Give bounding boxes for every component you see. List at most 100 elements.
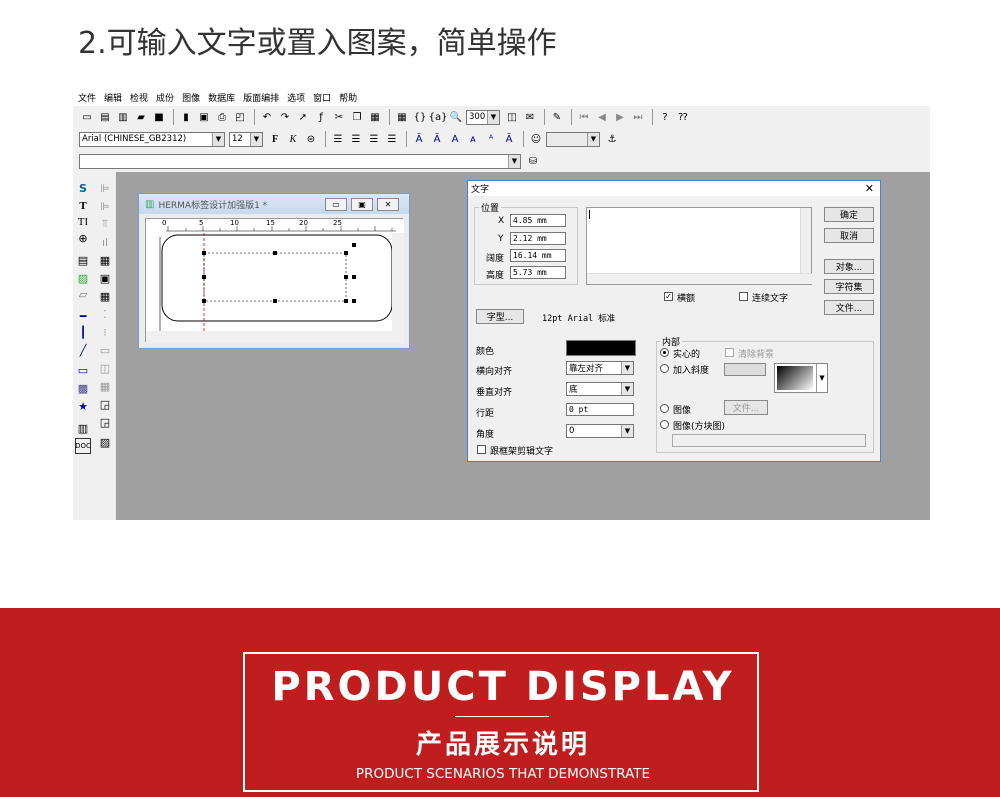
halign-select[interactable]: 靠左对齐 ▼: [566, 361, 634, 375]
text-tool-icon[interactable]: T: [75, 198, 91, 214]
text-bottom-icon[interactable]: A: [447, 131, 463, 147]
text-middle-icon[interactable]: Ā: [429, 131, 445, 147]
print-icon[interactable]: ⎙: [214, 109, 230, 125]
text-properties-dialog[interactable]: 文字 ✕ 位置 X 4.85 mm Y 2.12 mm 阔度 16.14 mm …: [467, 180, 881, 462]
clear-bg-checkbox[interactable]: [725, 348, 734, 357]
copy-icon[interactable]: ❐: [349, 109, 365, 125]
minimize-button[interactable]: ▭: [325, 198, 347, 211]
eraser-icon[interactable]: ▱: [75, 286, 91, 302]
document-window[interactable]: ▥ HERMA标签设计加强版1 * ▭ ▣ ✕ 0 5 10 15 20 25: [138, 193, 410, 349]
width-field[interactable]: 16.14 mm: [510, 249, 566, 262]
align-left-objects-icon[interactable]: ⊫: [97, 180, 113, 196]
last-record-icon[interactable]: ⏭: [630, 109, 646, 125]
grid-icon[interactable]: ▦: [394, 109, 410, 125]
object-button[interactable]: 对象...: [824, 259, 874, 274]
align-top-objects-icon[interactable]: ⫪: [97, 216, 113, 232]
paragraph-icon[interactable]: ▤: [75, 252, 91, 268]
text-style-icon[interactable]: ⊜: [303, 131, 319, 147]
gradient-preview-select[interactable]: ▼: [774, 363, 828, 393]
menu-file[interactable]: 文件: [78, 91, 96, 104]
data-icon[interactable]: ✎: [549, 109, 565, 125]
vertical-line-icon[interactable]: ┃: [75, 324, 91, 340]
menu-database[interactable]: 数据库: [208, 91, 235, 104]
anchor-icon[interactable]: ⚓: [604, 131, 620, 147]
bold-icon[interactable]: F: [267, 131, 283, 147]
file-button[interactable]: 文件...: [824, 300, 874, 315]
vertical-scrollbar[interactable]: [800, 208, 811, 274]
maximize-button[interactable]: ▣: [351, 198, 373, 211]
menu-image[interactable]: 图像: [182, 91, 200, 104]
align-center-icon[interactable]: ☰: [348, 131, 364, 147]
print-preview-icon[interactable]: ▣: [196, 109, 212, 125]
close-button[interactable]: ✕: [377, 198, 399, 211]
height-field[interactable]: 5.73 mm: [510, 266, 566, 279]
text-frame-icon[interactable]: Ā: [501, 131, 517, 147]
cancel-button[interactable]: 取消: [824, 228, 874, 243]
cut-icon[interactable]: ✂: [331, 109, 347, 125]
group-icon[interactable]: ▭: [97, 342, 113, 358]
close-icon[interactable]: ✕: [865, 182, 874, 195]
horizontal-checkbox[interactable]: ✓: [664, 292, 673, 301]
pointer-icon[interactable]: ➚: [295, 109, 311, 125]
selection-icon[interactable]: S: [75, 180, 91, 196]
color-swatch[interactable]: [566, 340, 636, 356]
field-icon[interactable]: {}: [412, 109, 428, 125]
gradient-radio[interactable]: [660, 364, 669, 373]
paste-icon[interactable]: ▦: [367, 109, 383, 125]
barcode-icon[interactable]: ▥: [75, 420, 91, 436]
grid-objects-icon[interactable]: ▦: [97, 288, 113, 304]
italic-icon[interactable]: K: [285, 131, 301, 147]
save-icon[interactable]: ■: [151, 109, 167, 125]
valign-select[interactable]: 底 ▼: [566, 382, 634, 396]
undo-icon[interactable]: ↶: [259, 109, 275, 125]
distribute-h-icon[interactable]: ⁚: [97, 306, 113, 322]
document-canvas[interactable]: 0 5 10 15 20 25: [145, 218, 404, 343]
content-select[interactable]: ▼: [79, 153, 521, 169]
frame-icon[interactable]: ▦: [97, 378, 113, 394]
style-select[interactable]: ▼: [546, 131, 600, 147]
image-radio[interactable]: [660, 404, 669, 413]
align-left-icon[interactable]: ☰: [330, 131, 346, 147]
align-right-objects-icon[interactable]: ⊫: [97, 198, 113, 214]
superscript-icon[interactable]: ᴬ: [483, 131, 499, 147]
linespacing-field[interactable]: 0 pt: [566, 403, 634, 416]
new-icon[interactable]: ▭: [79, 109, 95, 125]
ok-button[interactable]: 确定: [824, 207, 874, 222]
menu-edit[interactable]: 编辑: [104, 91, 122, 104]
menu-options[interactable]: 选项: [287, 91, 305, 104]
open-template-icon[interactable]: ▤: [97, 109, 113, 125]
font-button[interactable]: 字型...: [476, 309, 524, 324]
justify-icon[interactable]: ☰: [384, 131, 400, 147]
continuous-checkbox[interactable]: [739, 292, 748, 301]
align-bottom-objects-icon[interactable]: ıl: [97, 234, 113, 250]
text-content-area[interactable]: [586, 207, 813, 285]
picture-icon[interactable]: ▨: [97, 434, 113, 450]
prev-record-icon[interactable]: ◀: [594, 109, 610, 125]
context-help-icon[interactable]: ⁇: [675, 109, 691, 125]
star-icon[interactable]: ★: [75, 398, 91, 414]
format-icon[interactable]: ƒ: [313, 109, 329, 125]
zoom-select[interactable]: 300 ▼: [466, 109, 500, 125]
text-top-icon[interactable]: Ā: [411, 131, 427, 147]
image-path-field[interactable]: [672, 434, 866, 447]
x-field[interactable]: 4.85 mm: [510, 214, 566, 227]
layout-icon[interactable]: ◫: [504, 109, 520, 125]
label-layout[interactable]: [146, 219, 404, 343]
help-icon[interactable]: ?: [657, 109, 673, 125]
angle-select[interactable]: 0 ▼: [566, 424, 634, 438]
menu-component[interactable]: 成份: [156, 91, 174, 104]
font-select[interactable]: Arial (CHINESE_GB2312) ▼: [79, 131, 225, 147]
rectangle-icon[interactable]: ▭: [75, 362, 91, 378]
print-setup-icon[interactable]: ▮: [178, 109, 194, 125]
preview-icon[interactable]: ◰: [232, 109, 248, 125]
layer-icon[interactable]: ◲: [97, 396, 113, 412]
y-field[interactable]: 2.12 mm: [510, 232, 566, 245]
menu-help[interactable]: 帮助: [339, 91, 357, 104]
font-size-select[interactable]: 12 ▼: [229, 131, 263, 147]
first-record-icon[interactable]: ⏮: [576, 109, 592, 125]
charset-button[interactable]: 字符集: [824, 279, 874, 294]
gradient-color-swatch[interactable]: [724, 363, 766, 376]
form-icon[interactable]: ▣: [97, 270, 113, 286]
horizontal-scrollbar[interactable]: [587, 273, 813, 284]
layer-edit-icon[interactable]: ◲: [97, 414, 113, 430]
